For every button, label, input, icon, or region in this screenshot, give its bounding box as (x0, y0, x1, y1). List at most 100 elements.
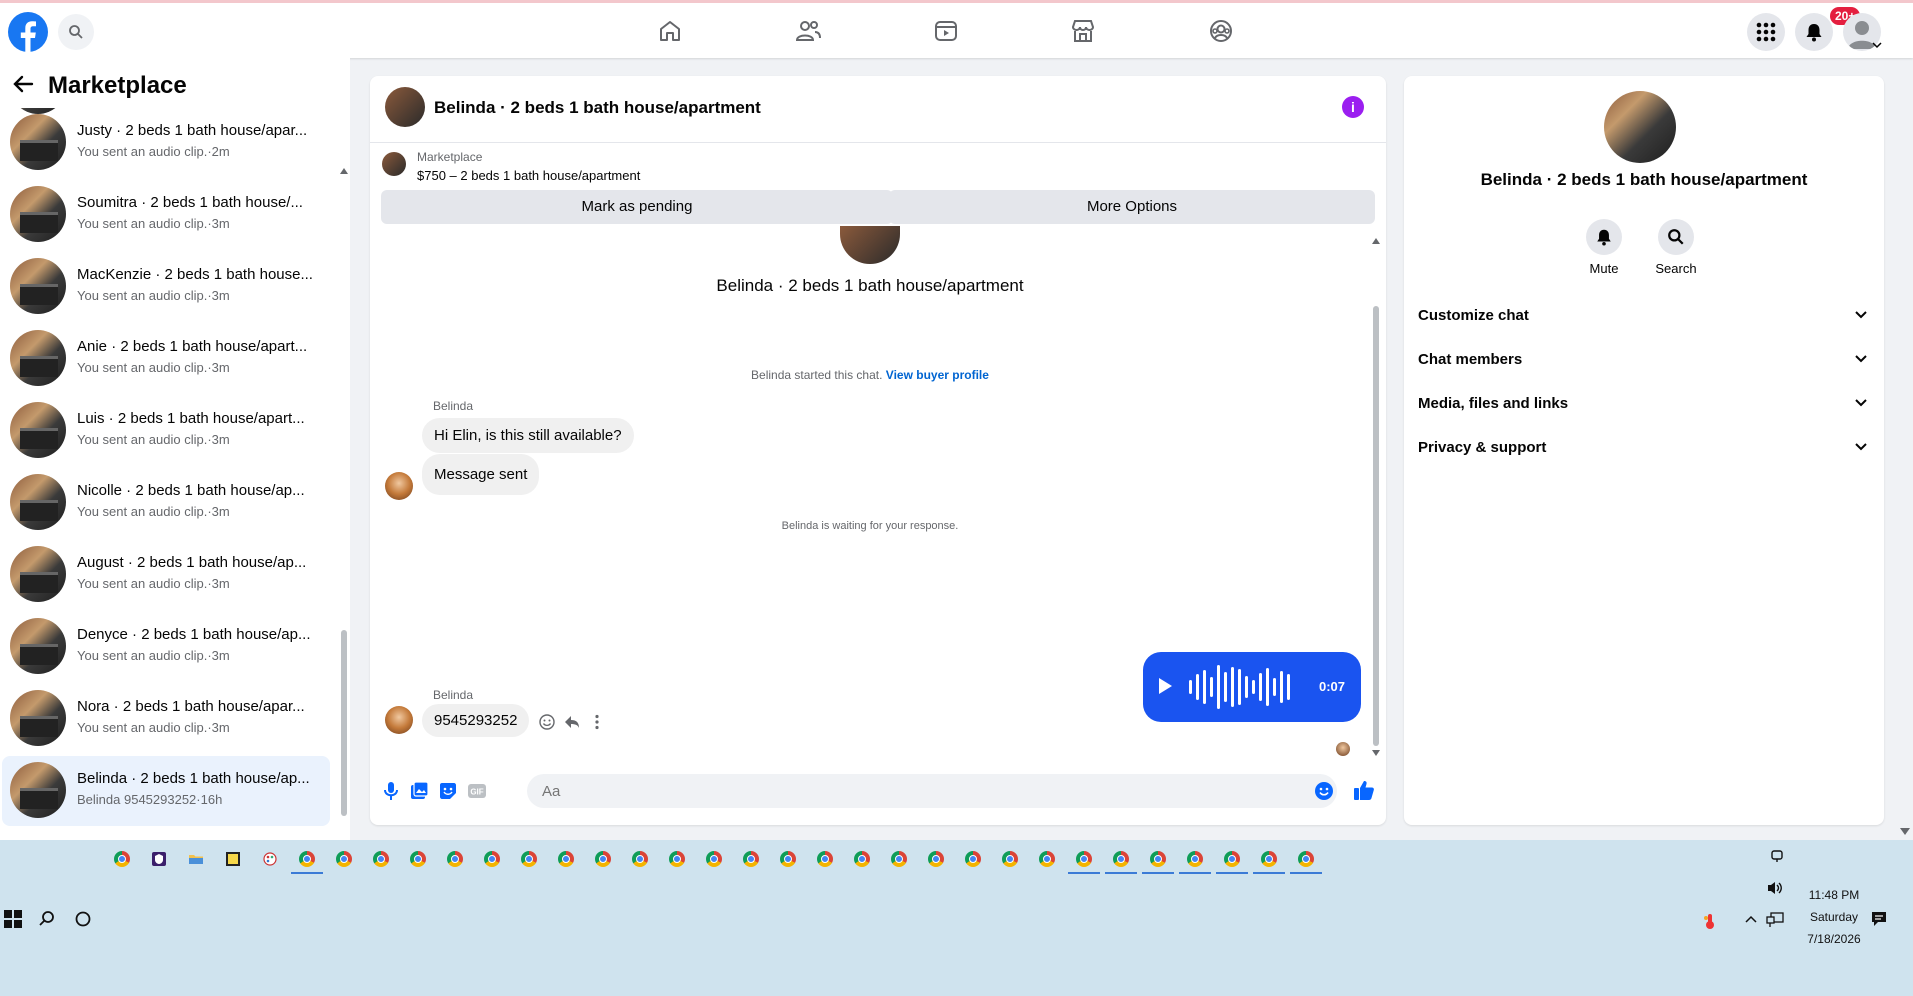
taskbar-app-paint-icon[interactable] (259, 848, 281, 870)
play-icon[interactable] (1159, 678, 1172, 694)
conversation-item[interactable]: Nora · 2 beds 1 bath house/apar... You s… (2, 684, 330, 754)
sticker-button[interactable] (437, 780, 459, 802)
taskbar-app-chrome-icon[interactable] (518, 848, 540, 870)
taskbar-app-chrome-icon[interactable] (555, 848, 577, 870)
menu-button[interactable] (1747, 13, 1785, 51)
conversation-item-active[interactable]: Belinda · 2 beds 1 bath house/ap... Beli… (2, 756, 330, 826)
message-bubble[interactable]: Message sent (422, 454, 540, 495)
notifications-button[interactable] (1795, 13, 1833, 51)
voice-clip-button[interactable] (380, 780, 402, 802)
notifications-center-icon[interactable] (1870, 910, 1888, 928)
conversation-item[interactable]: Nicolle · 2 beds 1 bath house/ap... You … (2, 468, 330, 538)
scrollbar-thumb[interactable] (341, 630, 347, 816)
back-arrow-icon[interactable] (12, 73, 34, 95)
mark-as-pending-button[interactable]: Mark as pending (381, 190, 893, 224)
like-thumb-icon[interactable] (1353, 779, 1375, 801)
windows-start-icon[interactable] (4, 910, 22, 928)
taskbar-app-chrome-icon[interactable] (481, 848, 503, 870)
taskbar-app-chrome-icon[interactable] (962, 848, 984, 870)
scroll-up-icon[interactable] (1372, 238, 1380, 244)
taskbar-app-chrome-icon[interactable] (1073, 848, 1095, 870)
customize-chat-section[interactable]: Customize chat (1418, 298, 1868, 334)
conversation-item[interactable]: Justy · 2 beds 1 bath house/apar... You … (2, 108, 330, 178)
taskbar-app-chrome-icon[interactable] (444, 848, 466, 870)
media-files-links-section[interactable]: Media, files and links (1418, 386, 1868, 422)
info-icon[interactable]: i (1342, 96, 1364, 118)
message-bubble[interactable]: Hi Elin, is this still available? (422, 418, 634, 453)
taskbar-app-chrome-icon[interactable] (333, 848, 355, 870)
facebook-logo[interactable] (8, 12, 48, 52)
nav-marketplace[interactable] (1069, 17, 1097, 45)
scrollbar-thumb[interactable] (1373, 306, 1379, 746)
clock-day[interactable]: Saturday (1800, 910, 1868, 924)
scroll-up-icon[interactable] (340, 168, 348, 174)
avatar[interactable] (1604, 91, 1676, 163)
gif-button[interactable]: GIF (466, 780, 488, 802)
conversation-item[interactable]: Denyce · 2 beds 1 bath house/ap... You s… (2, 612, 330, 682)
taskbar-app-chrome-icon[interactable] (925, 848, 947, 870)
view-buyer-profile-link[interactable]: View buyer profile (886, 368, 989, 382)
taskbar-app-chrome-icon[interactable] (1295, 848, 1317, 870)
taskbar-app-chrome-icon[interactable] (666, 848, 688, 870)
nav-gaming[interactable] (1207, 17, 1235, 45)
conversation-item[interactable]: Soumitra · 2 beds 1 bath house/... You s… (2, 180, 330, 250)
chat-title[interactable]: Belinda · 2 beds 1 bath house/apartment (434, 98, 761, 118)
taskbar-app-security-app-icon[interactable] (148, 848, 170, 870)
taskbar-app-chrome-icon[interactable] (1221, 848, 1243, 870)
taskbar-app-sticky-notes-icon[interactable] (222, 848, 244, 870)
search-icon[interactable] (38, 910, 56, 928)
taskbar-app-chrome-icon[interactable] (814, 848, 836, 870)
reply-icon[interactable] (563, 713, 581, 731)
audio-message[interactable]: 0:07 (1143, 652, 1361, 722)
conversation-item[interactable]: Anie · 2 beds 1 bath house/apart... You … (2, 324, 330, 394)
taskbar-app-chrome-icon[interactable] (999, 848, 1021, 870)
nav-watch[interactable] (932, 17, 960, 45)
listing-title[interactable]: $750 – 2 beds 1 bath house/apartment (417, 168, 640, 183)
taskbar-app-chrome-icon[interactable] (740, 848, 762, 870)
message-input[interactable] (527, 774, 1337, 808)
attach-photo-button[interactable] (408, 780, 430, 802)
avatar[interactable] (385, 87, 425, 127)
clock-time[interactable]: 11:48 PM (1800, 888, 1868, 902)
network-icon[interactable] (1766, 912, 1784, 928)
taskbar-app-file-explorer-icon[interactable] (185, 848, 207, 870)
taskbar-app-chrome-icon[interactable] (296, 848, 318, 870)
conversation-item[interactable]: August · 2 beds 1 bath house/ap... You s… (2, 540, 330, 610)
more-vertical-icon[interactable] (588, 713, 606, 731)
listing-thumbnail[interactable] (382, 152, 406, 176)
message-bubble[interactable]: 9545293252 (422, 704, 530, 737)
page-scroll-down-icon[interactable] (1900, 828, 1910, 836)
chat-scrollbar[interactable] (1370, 238, 1382, 758)
meet-now-icon[interactable] (1769, 848, 1785, 864)
sidebar-scrollbar[interactable] (340, 118, 348, 894)
taskbar-app-chrome-icon[interactable] (1184, 848, 1206, 870)
clock-date[interactable]: 7/18/2026 (1800, 932, 1868, 946)
taskbar-app-chrome-icon[interactable] (1036, 848, 1058, 870)
emoji-icon[interactable] (1314, 781, 1334, 801)
weather-thermometer-icon[interactable] (1703, 912, 1717, 930)
more-options-button[interactable]: More Options (889, 190, 1375, 224)
taskbar-app-chrome-icon[interactable] (777, 848, 799, 870)
taskbar-app-chrome-icon[interactable] (629, 848, 651, 870)
taskbar-app-chrome-icon[interactable] (370, 848, 392, 870)
cortana-icon[interactable] (74, 910, 92, 928)
conversation-item[interactable]: Luis · 2 beds 1 bath house/apart... You … (2, 396, 330, 466)
nav-home[interactable] (656, 17, 684, 45)
taskbar-app-chrome-icon[interactable] (592, 848, 614, 870)
volume-icon[interactable] (1766, 880, 1784, 896)
chevron-up-icon[interactable] (1744, 914, 1758, 924)
nav-friends[interactable] (794, 17, 822, 45)
react-emoji-icon[interactable] (538, 713, 556, 731)
privacy-support-section[interactable]: Privacy & support (1418, 430, 1868, 466)
taskbar-app-chrome-icon[interactable] (407, 848, 429, 870)
taskbar-app-chrome-icon[interactable] (703, 848, 725, 870)
scroll-down-icon[interactable] (1372, 750, 1380, 756)
taskbar-app-chrome-icon[interactable] (111, 848, 133, 870)
conversation-item[interactable]: MacKenzie · 2 beds 1 bath house... You s… (2, 252, 330, 322)
taskbar-app-chrome-icon[interactable] (888, 848, 910, 870)
taskbar-app-chrome-icon[interactable] (1110, 848, 1132, 870)
taskbar-app-chrome-icon[interactable] (851, 848, 873, 870)
search-button[interactable] (58, 14, 94, 50)
taskbar-app-chrome-icon[interactable] (1258, 848, 1280, 870)
chat-members-section[interactable]: Chat members (1418, 342, 1868, 378)
